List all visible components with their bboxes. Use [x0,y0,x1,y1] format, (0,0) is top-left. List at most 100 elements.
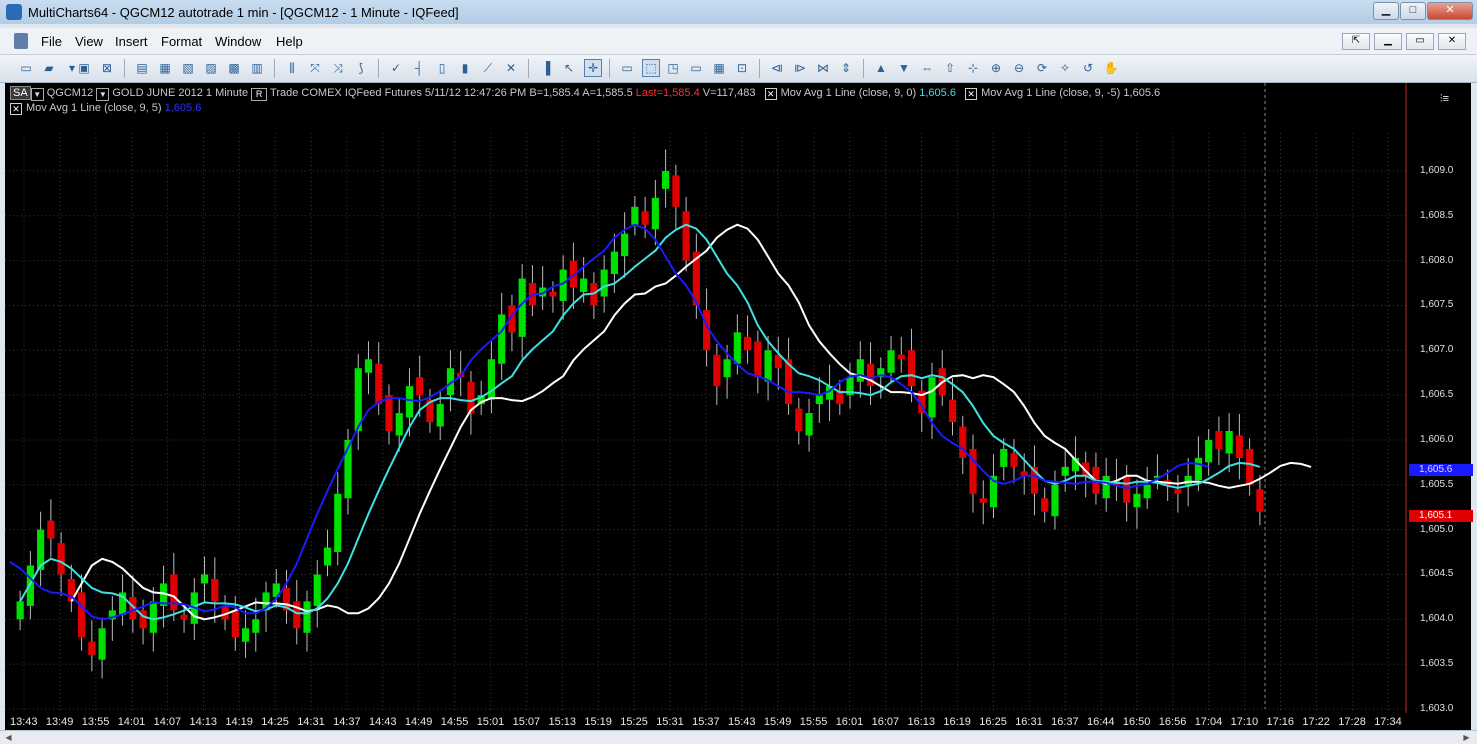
data-window-icon[interactable]: ▦ [711,60,727,76]
candle-body [979,498,987,503]
pointer-icon[interactable]: ↖ [561,60,577,76]
refresh-icon[interactable]: ⟳ [1034,60,1050,76]
scroll-right-arrow-icon[interactable]: ▶ [1460,732,1473,743]
down-icon[interactable]: ▼ [896,60,912,76]
price-chart[interactable] [5,83,1471,730]
x-tick-label: 17:22 [1302,716,1330,728]
candle-body [1143,484,1151,499]
mdi-minimize-button[interactable]: ▁ [1374,33,1402,50]
left-right-icon[interactable]: ⇔ [919,60,935,76]
zoom-out-icon[interactable]: ⊖ [1011,60,1027,76]
ohlc-bar-icon[interactable]: ┤ [411,60,427,76]
menu-file[interactable]: File [41,34,62,49]
format-icon[interactable]: ▤ [134,60,150,76]
date-label: 5/11/12 [424,87,461,99]
x-tick-label: 13:43 [10,716,38,728]
minimize-button[interactable]: ▁ [1373,2,1399,20]
horizontal-scrollbar[interactable]: ◀ ▶ [0,730,1477,744]
study2-value: 1,605.6 [1123,87,1161,99]
menu-window[interactable]: Window [215,34,261,49]
close-doc-icon[interactable]: ⊠ [99,60,115,76]
chart-window[interactable]: SA ▼ QGCM12 ▼ GOLD JUNE 2012 1 Minute R T… [5,83,1473,730]
symbol-dropdown[interactable]: ▼ [96,88,110,101]
point-figure-icon[interactable]: ✕ [503,60,519,76]
insert-signal-icon[interactable]: ⤧ [307,60,323,76]
insert-strategy-icon[interactable]: ⤨ [330,60,346,76]
y-tick-label: 1,607.0 [1420,344,1454,356]
candle-body [1256,489,1264,512]
format-drawings-icon[interactable]: ▥ [249,60,265,76]
fit-icon[interactable]: ⇧ [942,60,958,76]
insert-indicator-icon[interactable]: ⟆ [353,60,369,76]
check-icon[interactable]: ✓ [388,60,404,76]
feed-label: IQFeed [344,87,382,99]
candle-body [1215,431,1223,449]
hollow-candle-icon[interactable]: ▮ [457,60,473,76]
legend-menu-icon[interactable]: ⫶≡ [1440,93,1449,106]
exchange-label: COMEX [301,87,342,99]
sa-dropdown[interactable]: SA [10,86,31,100]
magic-icon[interactable]: ✧ [1057,60,1073,76]
study3-remove-icon[interactable]: ✕ [10,103,22,115]
menu-help[interactable]: Help [276,34,303,49]
chart-status-line: SA ▼ QGCM12 ▼ GOLD JUNE 2012 1 Minute R T… [10,86,1160,101]
channel-icon[interactable]: ◳ [665,60,681,76]
study1-remove-icon[interactable]: ✕ [764,88,777,100]
window-icon[interactable]: ▭ [688,60,704,76]
open-folder-icon[interactable]: ▰ [41,60,57,76]
x-tick-label: 15:49 [763,716,792,728]
candle-body [672,175,680,207]
center-icon[interactable]: ⋈ [815,60,831,76]
mdi-close-button[interactable]: ✕ [1438,33,1466,50]
candle-body [1061,466,1069,476]
zoom-window-icon[interactable]: ⊡ [734,60,750,76]
y-tick-label: 1,603.5 [1420,658,1454,670]
menu-view[interactable]: View [75,34,103,49]
crosshair-icon[interactable]: ✛ [584,59,602,77]
mdi-maximize-button[interactable]: ▭ [1406,33,1434,50]
x-tick-label: 16:13 [907,716,936,728]
volume-icon[interactable]: ▐ [538,60,554,76]
sa-dropdown-arrow[interactable]: ▼ [30,88,44,101]
format-study-icon[interactable]: ▨ [203,60,219,76]
save-icon[interactable]: ▣ [76,60,92,76]
candle-icon[interactable]: ▯ [434,60,450,76]
zoom-in-icon[interactable]: ⊕ [988,60,1004,76]
insert-study-icon[interactable]: ⫼ [284,60,300,76]
format-signal-icon[interactable]: ▩ [226,60,242,76]
r-button[interactable]: R [251,88,268,101]
candle-body [231,610,239,638]
scroll-left-icon[interactable]: ⧏ [769,60,785,76]
candle-body [959,426,967,458]
line-icon[interactable]: ⟋ [480,60,496,76]
x-tick-label: 14:07 [153,716,182,728]
trendline-icon[interactable]: ⬚ [642,59,660,77]
x-tick-label: 15:07 [512,716,541,728]
up-icon[interactable]: ▲ [873,60,889,76]
close-button[interactable]: ✕ [1427,2,1473,20]
move-icon[interactable]: ⊹ [965,60,981,76]
candle-body [405,386,414,418]
mdi-restore-button[interactable]: ⇱ [1342,33,1370,50]
candle-body [364,359,373,373]
format-symbol-icon[interactable]: ▦ [157,60,173,76]
candle-body [47,520,55,539]
menu-insert[interactable]: Insert [115,34,148,49]
candle-body [754,341,762,378]
hand-icon[interactable]: ✋ [1103,60,1119,76]
menu-format[interactable]: Format [161,34,202,49]
replay-icon[interactable]: ↺ [1080,60,1096,76]
study2-remove-icon[interactable]: ✕ [965,88,978,100]
document-icon[interactable] [14,33,28,49]
candle-body [78,592,86,638]
format-window-icon[interactable]: ▧ [180,60,196,76]
scroll-right-icon[interactable]: ⧐ [792,60,808,76]
maximize-button[interactable]: □ [1400,2,1426,20]
scroll-left-arrow-icon[interactable]: ◀ [2,732,15,743]
expand-icon[interactable]: ⇕ [838,60,854,76]
new-chart-icon[interactable]: ▭ [18,60,34,76]
candle-body [743,336,752,351]
candle-body [1235,435,1243,458]
x-tick-label: 14:49 [404,716,433,728]
text-icon[interactable]: ▭ [619,60,635,76]
